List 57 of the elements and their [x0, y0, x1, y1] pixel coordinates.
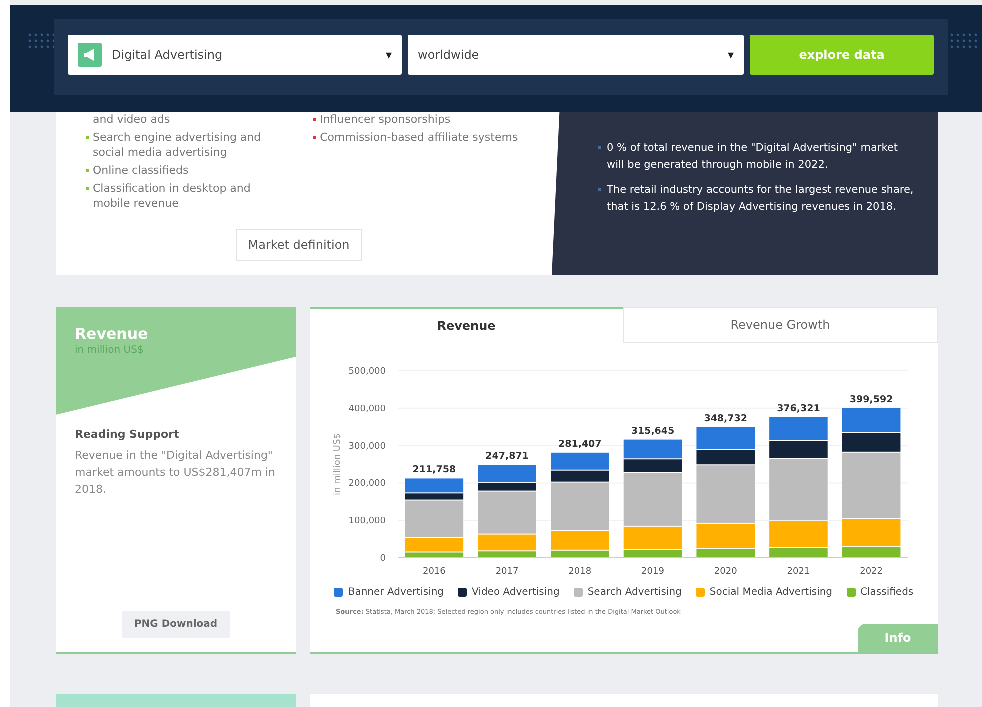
legend-item[interactable]: Social Media Advertising — [696, 587, 833, 598]
y-tick-label: 400,000 — [348, 404, 386, 414]
x-tick-label: 2022 — [860, 567, 884, 577]
bar-value-label: 376,321 — [777, 403, 820, 414]
select-value: worldwide — [418, 48, 480, 62]
y-tick-label: 0 — [380, 554, 386, 564]
select-value: Digital Advertising — [112, 48, 223, 62]
bullet-icon — [86, 136, 89, 139]
bullet-icon — [313, 136, 316, 139]
card-subtitle: in million US$ — [75, 345, 145, 356]
support-text: Revenue in the "Digital Advertising" market amounts to US$281,407m in 2018. — [75, 448, 277, 498]
y-tick-label: 500,000 — [348, 367, 386, 377]
highlight-text: 0 % of total revenue in the "Digital Advertising" market will be generated through mobile in 2022. — [607, 141, 899, 173]
y-tick-label: 100,000 — [348, 516, 386, 527]
y-axis-label: in million US$ — [333, 434, 343, 496]
bullet-icon — [86, 187, 89, 190]
list-item-text: Search engine advertising and social media advertising — [93, 130, 262, 160]
bar-value-label: 399,592 — [850, 394, 894, 406]
bullet-icon — [313, 118, 316, 121]
x-tick-label: 2021 — [787, 567, 810, 577]
list-item-text: and video ads — [93, 112, 170, 127]
market-definition-button[interactable]: Market definition — [236, 229, 362, 261]
png-download-button[interactable]: PNG Download — [122, 611, 230, 638]
list-item-text: Commission-based affiliate systems — [320, 130, 518, 145]
bar-value-label: 247,871 — [486, 451, 529, 462]
list-item-text: Online classifieds — [93, 163, 189, 178]
legend-item[interactable]: Classifieds — [846, 587, 914, 598]
x-tick-label: 2016 — [422, 567, 446, 577]
y-tick-label: 300,000 — [348, 442, 386, 452]
legend-item[interactable]: Banner Advertising — [334, 587, 444, 598]
x-tick-label: 2019 — [642, 567, 664, 577]
card-title: Revenue — [75, 325, 150, 343]
bullet-icon — [86, 169, 89, 172]
x-tick-label: 2017 — [496, 567, 519, 577]
support-title: Reading Support — [75, 428, 180, 441]
caret-icon: ▾ — [386, 48, 392, 62]
legend-item[interactable]: Video Advertising — [458, 587, 560, 598]
region-select[interactable]: worldwide ▾ — [408, 35, 744, 75]
bar-value-label: 348,732 — [704, 413, 748, 424]
x-tick-label: 2020 — [714, 567, 738, 577]
megaphone-icon — [78, 43, 102, 67]
bar-segment — [842, 408, 901, 432]
bar-value-label: 281,407 — [558, 438, 602, 450]
legend-item[interactable]: Search Advertising — [574, 587, 682, 598]
bar-value-label: 211,758 — [412, 464, 456, 476]
list-item-text: Classification in desktop and mobile revenue — [93, 181, 252, 211]
caret-icon: ▾ — [728, 48, 734, 62]
bullet-icon — [598, 188, 601, 191]
highlight-text: The retail industry accounts for the largest revenue share, that is 12.6 % of Display Advertising revenues in 2018. — [607, 183, 915, 215]
y-tick-label: 200,000 — [348, 479, 386, 490]
market-select[interactable]: Digital Advertising ▾ — [68, 35, 402, 75]
chart-tab[interactable]: Revenue Growth — [623, 307, 938, 343]
x-tick-label: 2018 — [568, 567, 592, 577]
list-item-text: Influencer sponsorships — [320, 112, 451, 127]
bar-value-label: 315,645 — [631, 426, 675, 437]
bullet-icon — [598, 146, 601, 149]
bar-segment — [770, 417, 828, 440]
